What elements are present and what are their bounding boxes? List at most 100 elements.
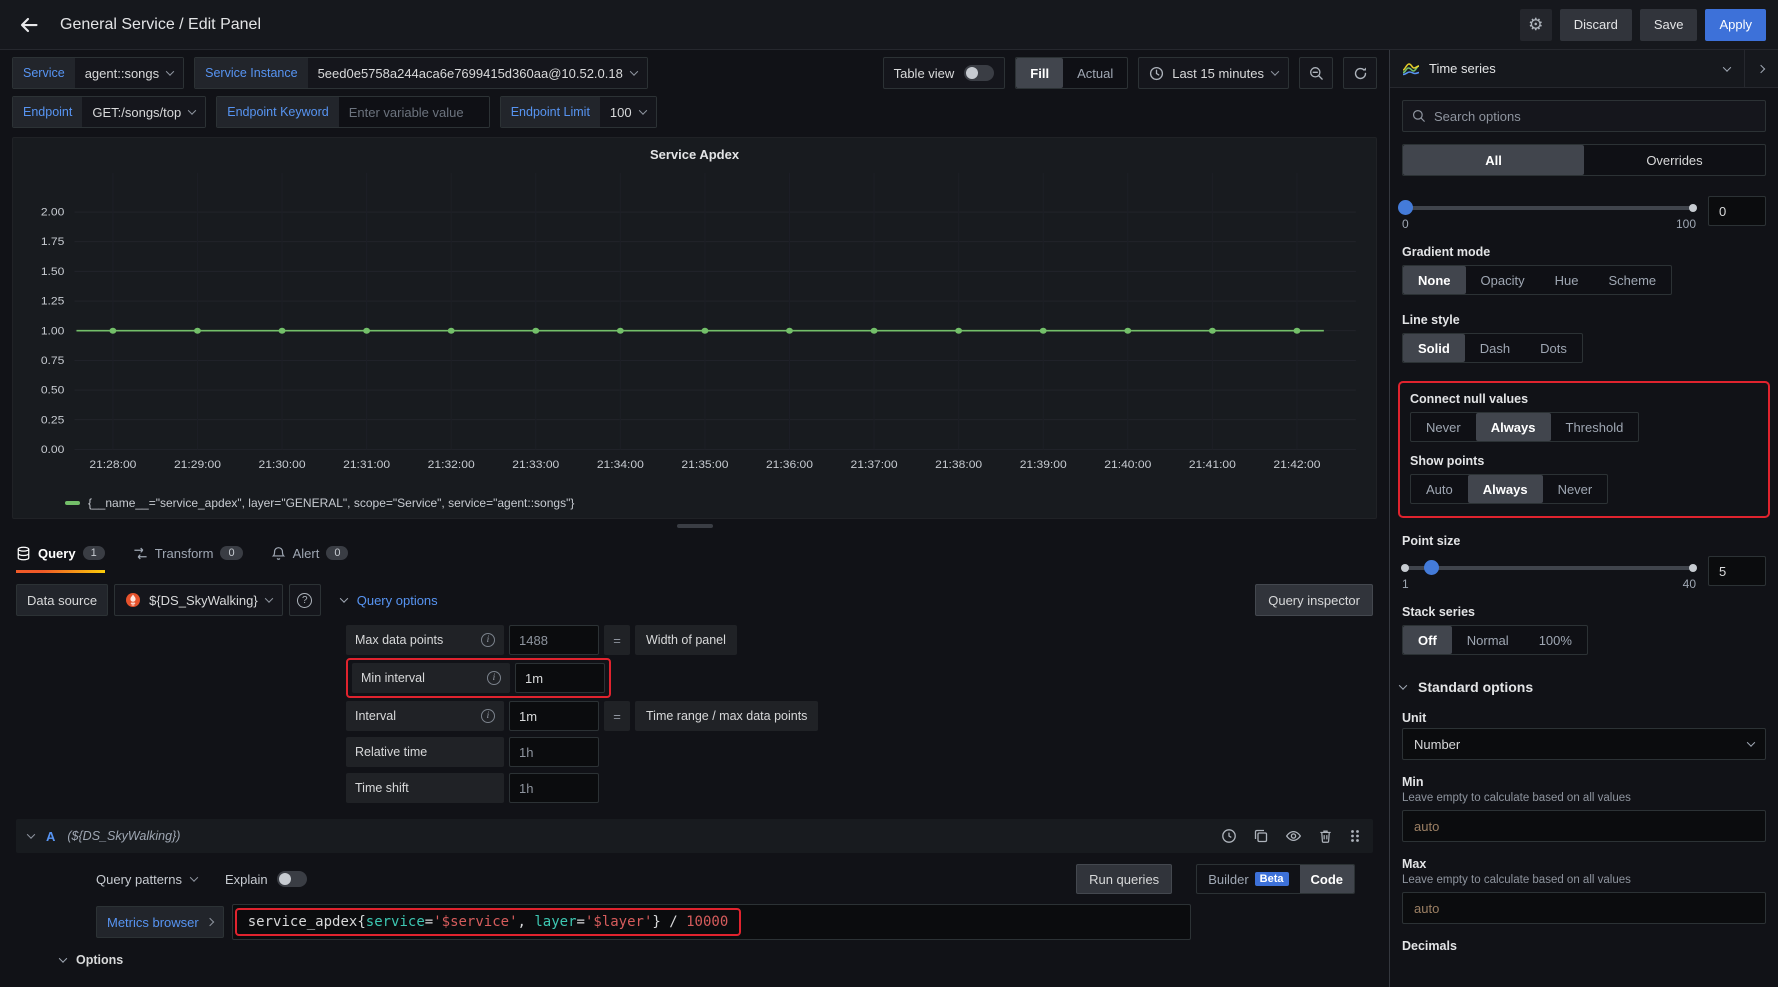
stack-off[interactable]: Off xyxy=(1403,626,1452,654)
gradient-hue[interactable]: Hue xyxy=(1540,266,1594,294)
interval-input[interactable] xyxy=(509,701,599,731)
max-input[interactable] xyxy=(1402,892,1766,924)
tab-transform-count: 0 xyxy=(220,546,242,560)
stack-normal[interactable]: Normal xyxy=(1452,626,1524,654)
query-history-icon[interactable] xyxy=(1221,828,1237,844)
info-icon[interactable]: i xyxy=(487,671,501,685)
relative-time-input[interactable] xyxy=(509,737,599,767)
builder-code-switch: Builder Beta Code xyxy=(1196,864,1355,894)
line-dash[interactable]: Dash xyxy=(1465,334,1525,362)
query-options-header[interactable]: Query options xyxy=(327,593,1250,608)
table-view-toggle[interactable] xyxy=(964,65,994,81)
min-label: Min xyxy=(1402,775,1766,789)
service-variable-select[interactable]: agent::songs xyxy=(75,58,183,88)
min-interval-highlight: Min interval i xyxy=(346,658,611,698)
visualization-picker[interactable]: Time series xyxy=(1390,50,1778,88)
connect-always[interactable]: Always xyxy=(1476,413,1551,441)
slider-handle[interactable] xyxy=(1398,200,1413,215)
tab-query[interactable]: Query 1 xyxy=(16,533,105,573)
slider-max-label: 100 xyxy=(1676,217,1696,231)
time-series-chart[interactable]: 0.000.250.500.751.001.251.501.752.0021:2… xyxy=(19,164,1370,476)
metrics-row: Metrics browser service_apdex{service='$… xyxy=(96,904,1191,940)
points-auto[interactable]: Auto xyxy=(1411,475,1468,503)
fill-opacity-slider[interactable]: 0 100 xyxy=(1402,194,1696,231)
chart-panel: Service Apdex 0.000.250.500.751.001.251.… xyxy=(12,137,1377,519)
table-view-toggle-group[interactable]: Table view xyxy=(883,57,1006,89)
stack-100[interactable]: 100% xyxy=(1524,626,1587,654)
tab-query-count: 1 xyxy=(83,546,105,560)
promql-expression[interactable]: service_apdex{service='$service', layer=… xyxy=(248,914,729,930)
datasource-picker[interactable]: ${DS_SkyWalking} xyxy=(114,584,283,616)
point-size-value[interactable]: 5 xyxy=(1708,556,1766,586)
metrics-browser-button[interactable]: Metrics browser xyxy=(96,906,224,938)
slider-handle[interactable] xyxy=(1424,560,1439,575)
explain-toggle-group[interactable]: Explain xyxy=(225,871,307,887)
endpoint-select[interactable]: GET:/songs/top xyxy=(82,97,205,127)
service-instance-select[interactable]: 5eed0e5758a244aca6e7699415d360aa@10.52.0… xyxy=(308,58,647,88)
min-interval-input[interactable] xyxy=(515,663,605,693)
time-range-picker[interactable]: Last 15 minutes xyxy=(1138,57,1289,89)
endpoint-keyword-input[interactable] xyxy=(339,97,489,127)
max-data-points-input[interactable] xyxy=(509,625,599,655)
arrow-left-icon xyxy=(19,15,39,35)
datasource-help-button[interactable]: ? xyxy=(289,584,321,616)
tab-all[interactable]: All xyxy=(1403,145,1584,175)
fill-option[interactable]: Fill xyxy=(1016,58,1063,88)
zoom-out-button[interactable] xyxy=(1299,57,1333,89)
relative-time-row: Relative time xyxy=(346,737,1373,767)
collapse-sidebar-button[interactable] xyxy=(1744,50,1778,87)
refresh-button[interactable] xyxy=(1343,57,1377,89)
delete-query-trash-icon[interactable] xyxy=(1318,828,1333,844)
drag-handle-icon[interactable] xyxy=(1349,828,1361,844)
run-queries-button[interactable]: Run queries xyxy=(1076,864,1172,894)
connect-never[interactable]: Never xyxy=(1411,413,1476,441)
unit-select[interactable]: Number xyxy=(1402,728,1766,760)
endpoint-limit-select[interactable]: 100 xyxy=(600,97,656,127)
info-icon[interactable]: i xyxy=(481,709,495,723)
discard-button[interactable]: Discard xyxy=(1560,9,1632,41)
point-size-slider[interactable]: 1 40 xyxy=(1402,554,1696,591)
connect-threshold[interactable]: Threshold xyxy=(1551,413,1639,441)
svg-text:21:41:00: 21:41:00 xyxy=(1189,460,1236,471)
explain-toggle[interactable] xyxy=(277,871,307,887)
save-button[interactable]: Save xyxy=(1640,9,1698,41)
actual-option[interactable]: Actual xyxy=(1063,58,1127,88)
min-input[interactable] xyxy=(1402,810,1766,842)
duplicate-query-icon[interactable] xyxy=(1253,828,1269,844)
hide-response-eye-icon[interactable] xyxy=(1285,828,1302,844)
service-variable-value: agent::songs xyxy=(85,66,159,81)
query-patterns-dropdown[interactable]: Query patterns xyxy=(96,872,197,887)
options-search[interactable] xyxy=(1402,100,1766,132)
tab-overrides[interactable]: Overrides xyxy=(1584,145,1765,175)
standard-options-header[interactable]: Standard options xyxy=(1400,679,1766,695)
time-shift-input[interactable] xyxy=(509,773,599,803)
gradient-opacity[interactable]: Opacity xyxy=(1466,266,1540,294)
fill-opacity-value[interactable]: 0 xyxy=(1708,196,1766,226)
panel-settings-button[interactable]: ⚙ xyxy=(1520,9,1552,41)
builder-option[interactable]: Builder Beta xyxy=(1197,865,1299,893)
gradient-none[interactable]: None xyxy=(1403,266,1466,294)
slider-track[interactable] xyxy=(1402,566,1696,570)
query-options-collapsed[interactable]: Options xyxy=(60,953,1373,967)
slider-track[interactable] xyxy=(1402,206,1696,210)
query-a-header[interactable]: A (${DS_SkyWalking}) xyxy=(16,819,1373,853)
info-icon[interactable]: i xyxy=(481,633,495,647)
tab-alert[interactable]: Alert 0 xyxy=(271,533,349,573)
resize-handle[interactable] xyxy=(677,524,713,528)
chart-plot-area[interactable]: 0.000.250.500.751.001.251.501.752.0021:2… xyxy=(13,164,1376,496)
query-inspector-button[interactable]: Query inspector xyxy=(1255,584,1373,616)
apply-button[interactable]: Apply xyxy=(1705,9,1766,41)
gradient-scheme[interactable]: Scheme xyxy=(1593,266,1671,294)
min-interval-row: Min interval i xyxy=(346,661,1373,695)
promql-editor[interactable]: service_apdex{service='$service', layer=… xyxy=(232,904,1191,940)
legend-series-label[interactable]: {__name__="service_apdex", layer="GENERA… xyxy=(88,496,574,510)
back-button[interactable] xyxy=(12,8,46,42)
code-option[interactable]: Code xyxy=(1300,865,1355,893)
line-dots[interactable]: Dots xyxy=(1525,334,1582,362)
points-never[interactable]: Never xyxy=(1543,475,1608,503)
tab-transform[interactable]: Transform 0 xyxy=(133,533,243,573)
line-solid[interactable]: Solid xyxy=(1403,334,1465,362)
points-always[interactable]: Always xyxy=(1468,475,1543,503)
options-search-input[interactable] xyxy=(1434,109,1756,124)
help-circle-icon: ? xyxy=(297,593,312,608)
